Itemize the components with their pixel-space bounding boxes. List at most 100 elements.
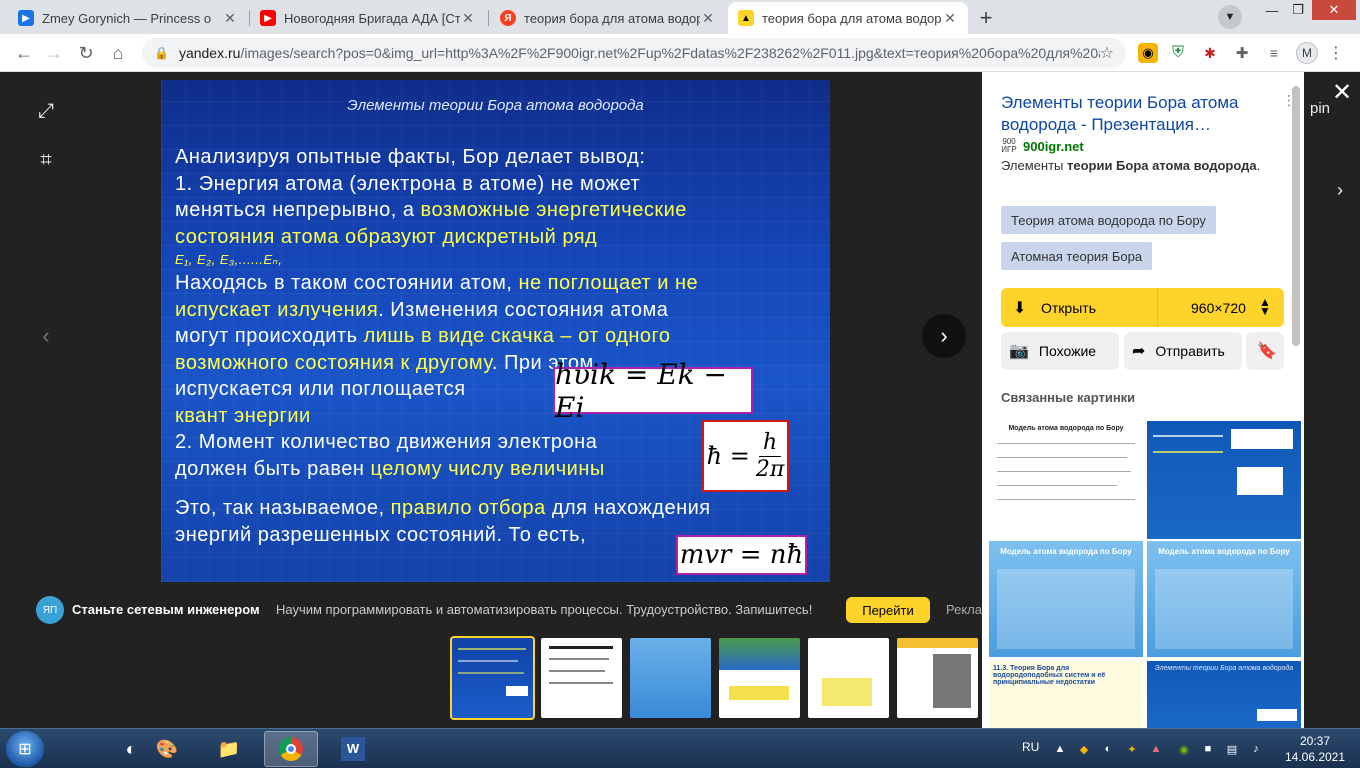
close-viewer-button[interactable]: ✕ — [1328, 78, 1356, 106]
image-viewer: pin ⤢ ⌗ › Элементы теории Бора атома вод… — [0, 72, 1360, 728]
thumbnail[interactable] — [450, 636, 535, 720]
forward-button[interactable]: → — [40, 39, 68, 67]
ad-label: Рекла — [946, 602, 982, 617]
thumbnail-strip — [450, 636, 982, 720]
tray-app-icon[interactable]: ✦ — [1124, 741, 1140, 757]
bookmark-icon: 🔖 — [1257, 343, 1277, 360]
image-size-select[interactable]: 960×720 — [1191, 300, 1246, 316]
source-title-link[interactable]: Элементы теории Бора атома водорода - Пр… — [1001, 92, 1271, 136]
ad-title[interactable]: Станьте сетевым инженером — [72, 602, 260, 617]
tab-strip: ▶ Zmey Gorynich — Princess o ✕ ▶ Новогод… — [0, 0, 1360, 34]
thumbnail[interactable] — [719, 638, 800, 718]
url-path: /images/search?pos=0&img_url=http%3A%2F%… — [240, 45, 1099, 61]
window-close-button[interactable]: ✕ — [1312, 0, 1356, 20]
ad-logo[interactable]: ЯП — [36, 596, 64, 624]
camera-icon: 📷 — [1009, 343, 1029, 360]
start-button[interactable]: ⊞ — [6, 731, 44, 767]
site-name: 900igr.net — [1023, 138, 1084, 154]
close-icon[interactable]: ✕ — [700, 10, 716, 27]
tab-youtube[interactable]: ▶ Новогодняя Бригада АДА [Стри ✕ — [250, 2, 486, 34]
related-image[interactable]: Модель атома водорода по Бору — [1147, 541, 1301, 657]
more-options-icon[interactable]: ⋮ — [1282, 92, 1296, 109]
thumbnail[interactable] — [541, 638, 622, 718]
menu-dots-icon[interactable]: ⋮ — [1326, 43, 1346, 63]
minimize-button[interactable]: — — [1258, 0, 1286, 20]
extension-shield-icon[interactable]: ⛨ — [1168, 43, 1188, 63]
share-button[interactable]: ➦ Отправить — [1124, 332, 1242, 370]
close-icon[interactable]: ✕ — [460, 10, 476, 27]
browser-window: ▶ Zmey Gorynich — Princess o ✕ ▶ Новогод… — [0, 0, 1360, 768]
panel-scrollbar[interactable] — [1292, 86, 1300, 346]
sort-arrows-icon: ▲ ▼ — [1259, 295, 1271, 318]
language-indicator[interactable]: RU — [1022, 740, 1039, 754]
volume-icon[interactable]: ♪ — [1248, 741, 1264, 757]
extensions-puzzle-icon[interactable]: ✚ — [1232, 43, 1252, 63]
media-icon[interactable]: ≡ — [1264, 43, 1284, 63]
network-icon[interactable]: ▤ — [1224, 741, 1240, 757]
source-site[interactable]: 900 ИГР 900igr.net — [1001, 137, 1084, 154]
next-image-button[interactable]: › — [922, 314, 966, 358]
ad-text: Научим программировать и автоматизироват… — [276, 602, 813, 617]
thumbnail[interactable] — [808, 638, 889, 718]
tab-yandex-images[interactable]: ▲ теория бора для атома водоро ✕ — [728, 2, 968, 34]
tag-chip[interactable]: Атомная теория Бора — [1001, 242, 1153, 270]
yandex-icon: Я — [500, 10, 516, 26]
tab-search-button[interactable]: ▼ — [1218, 5, 1242, 29]
bookmark-icon: ▶ — [18, 10, 34, 26]
lock-icon: 🔒 — [154, 46, 169, 60]
back-button[interactable]: ← — [10, 39, 38, 67]
reload-button[interactable]: ↻ — [72, 39, 100, 67]
extension-bug-icon[interactable]: ✱ — [1200, 43, 1220, 63]
thumbnail[interactable] — [630, 638, 711, 718]
tray-expand-icon[interactable]: ▲ — [1052, 741, 1068, 757]
related-image[interactable]: Модель атома водорода по Бору — [989, 421, 1143, 539]
bookmark-button[interactable]: 🔖 — [1246, 332, 1284, 370]
related-image[interactable]: 11.3. Теория Бора для водородоподобных с… — [989, 661, 1143, 728]
fullscreen-icon[interactable]: ⤢ — [24, 89, 68, 133]
youtube-icon: ▶ — [260, 10, 276, 26]
related-image[interactable]: Модель атома водорода по Бору — [989, 541, 1143, 657]
related-image[interactable] — [1147, 421, 1301, 539]
bookmark-star-icon[interactable]: ☆ — [1100, 43, 1114, 63]
system-clock[interactable]: 20:37 14.06.2021 — [1280, 733, 1350, 765]
formula-reduced-planck: ħ = h 2π — [702, 420, 789, 492]
tab-yandex-search[interactable]: Я теория бора для атома водород ✕ — [490, 2, 726, 34]
nvidia-icon[interactable]: ◉ — [1176, 741, 1192, 757]
previous-image-button[interactable]: ‹ — [24, 314, 68, 358]
backdrop-next-icon[interactable]: › — [1318, 168, 1360, 212]
word-icon[interactable]: W — [326, 731, 380, 767]
tray-app-icon[interactable]: ▲ — [1148, 741, 1164, 757]
thumbnail[interactable] — [897, 638, 978, 718]
chrome-icon[interactable] — [264, 731, 318, 767]
related-images-heading: Связанные картинки — [1001, 390, 1136, 405]
download-icon: ⬇ — [1013, 300, 1027, 317]
tray-app-icon[interactable]: ■ — [1200, 741, 1216, 757]
similar-button[interactable]: 📷 Похожие — [1001, 332, 1119, 370]
tag-chip[interactable]: Теория атома водорода по Бору — [1001, 206, 1216, 234]
address-bar[interactable]: 🔒 yandex.ru/images/search?pos=0&img_url=… — [142, 38, 1126, 68]
home-button[interactable]: ⌂ — [104, 39, 132, 67]
extension-owl-icon[interactable]: ◉ — [1138, 43, 1158, 63]
close-icon[interactable]: ✕ — [222, 10, 238, 27]
source-description: Элементы теории Бора атома водорода. — [1001, 158, 1261, 173]
close-icon[interactable]: ✕ — [942, 10, 958, 27]
restore-button[interactable]: ❐ — [1284, 0, 1312, 20]
open-image-button[interactable]: ⬇ Открыть 960×720 ▲ ▼ — [1001, 288, 1284, 327]
file-explorer-icon[interactable]: 📁 — [202, 731, 256, 767]
formula-bohr-quantization: mvr = nħ — [676, 535, 807, 575]
related-image[interactable]: Элементы теории Бора атома водорода — [1147, 661, 1301, 728]
tray-app-icon[interactable]: ◐ — [1100, 741, 1116, 757]
ad-go-button[interactable]: Перейти — [846, 597, 930, 623]
site-logo: 900 ИГР — [1001, 137, 1017, 154]
crop-icon[interactable]: ⌗ — [24, 138, 68, 182]
profile-avatar[interactable]: M — [1296, 42, 1318, 64]
windows-taskbar: ⊞ ◐ 🎨 📁 W RU ▲ ◆ ◐ ✦ ▲ ◉ ■ ▤ ♪ 20:37 14.… — [0, 728, 1360, 768]
share-arrow-icon: ➦ — [1132, 343, 1146, 360]
browser-toolbar: ← → ↻ ⌂ 🔒 yandex.ru/images/search?pos=0&… — [0, 34, 1360, 72]
paint-icon[interactable]: 🎨 — [140, 731, 194, 767]
tray-app-icon[interactable]: ◆ — [1076, 741, 1092, 757]
new-tab-button[interactable]: + — [972, 4, 1000, 32]
tab-zmey[interactable]: ▶ Zmey Gorynich — Princess o ✕ — [8, 2, 248, 34]
url-host: yandex.ru — [178, 45, 241, 61]
slide-image: Элементы теории Бора атома водорода Анал… — [161, 80, 830, 582]
